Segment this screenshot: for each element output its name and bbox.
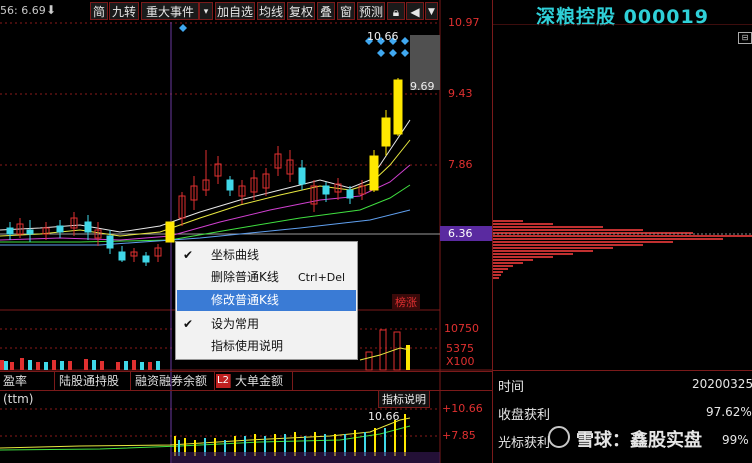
high-price-label: 10.66 — [367, 30, 399, 43]
ma-white — [0, 119, 411, 233]
volume-tick: 10750 — [444, 322, 479, 335]
indicator-tabs: 盈率(ttm) 陆股通持股 融资融券余额 L2 大单金额 — [0, 371, 492, 406]
close-profit-value: 97.62% — [706, 405, 752, 419]
price-annotation: 9.69 — [410, 80, 435, 93]
watermark: 雪球：鑫股实盘 — [576, 430, 702, 451]
check-icon: ✔ — [183, 317, 194, 331]
tab-margin-balance[interactable]: 融资融券余额 — [132, 372, 215, 390]
menu-item-delete-kline[interactable]: 删除普通K线 Ctrl+Del — [177, 267, 356, 288]
lower-high-label: 10.66 — [368, 410, 400, 423]
close-profit-label: 收盘获利 — [498, 408, 551, 423]
time-label: 时间 — [498, 380, 525, 395]
lower-tick: +7.85 — [442, 429, 476, 442]
shortcut-text: Ctrl+Del — [298, 271, 346, 284]
chip-bars — [493, 220, 752, 279]
volume-unit: X100 — [446, 355, 475, 368]
panel-divider — [492, 370, 752, 371]
indicator-explain-button[interactable]: 指标说明 — [378, 390, 430, 408]
chip-distribution-chart — [493, 24, 752, 279]
context-menu: ✔ 坐标曲线 删除普通K线 Ctrl+Del 修改普通K线 ✔ 设为常用 指标使… — [175, 241, 358, 360]
tab-l2-badge[interactable]: L2 — [216, 374, 231, 388]
price-tick: 9.43 — [448, 87, 473, 100]
menu-item-indicator-help[interactable]: 指标使用说明 — [177, 336, 356, 357]
watermark-logo — [548, 426, 570, 448]
gain-rank-tag: 榜涨 — [392, 294, 420, 310]
price-tick: 10.97 — [448, 16, 480, 29]
cursor-profit-value: 99% — [722, 433, 749, 447]
tab-northbound-holding[interactable]: 陆股通持股 — [56, 372, 131, 390]
check-icon: ✔ — [183, 248, 194, 262]
tab-pe-ttm[interactable]: 盈率(ttm) — [0, 372, 55, 406]
menu-item-edit-kline[interactable]: 修改普通K线 — [177, 290, 356, 311]
menu-item-axis-curve[interactable]: ✔ 坐标曲线 — [177, 245, 356, 266]
cursor-profit-label: 光标获利 — [498, 436, 551, 451]
menu-item-set-common[interactable]: ✔ 设为常用 — [177, 314, 356, 335]
current-price-tick: 6.36 — [448, 227, 473, 240]
price-tick: 7.86 — [448, 158, 473, 171]
volume-tick: 5375 — [446, 342, 474, 355]
time-value: 20200325 — [692, 377, 752, 391]
tab-large-order-amount[interactable]: 大单金额 — [232, 372, 293, 390]
lower-tick: +10.66 — [442, 402, 483, 415]
